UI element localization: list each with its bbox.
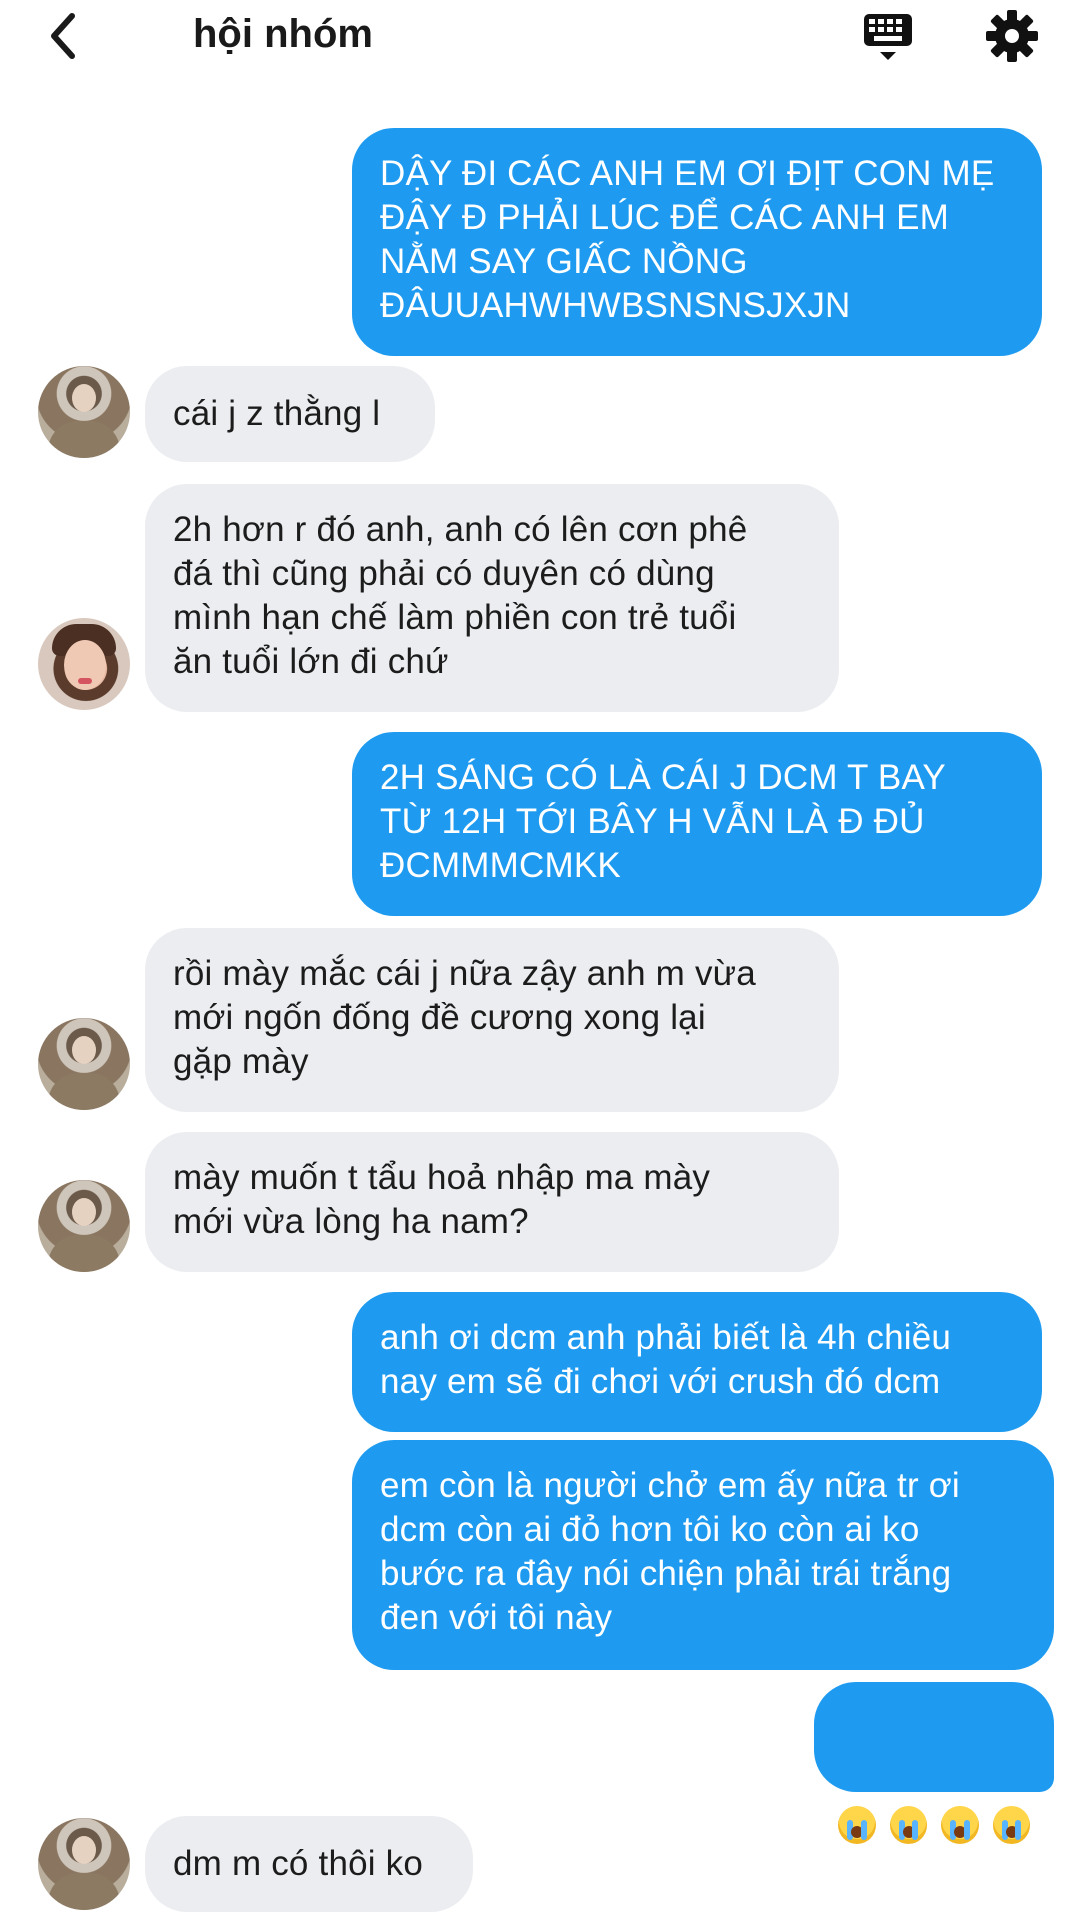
keyboard-button[interactable] [858,6,918,66]
avatar[interactable] [38,1018,130,1110]
outgoing-message[interactable]: em còn là người chở em ấy nữa tr ơi dcm … [352,1440,1054,1670]
outgoing-emoji-message[interactable] [814,1682,1054,1844]
back-button[interactable] [36,6,96,66]
outgoing-message[interactable]: anh ơi dcm anh phải biết là 4h chiều nay… [352,1292,1042,1432]
loudly-crying-face-icon [838,1806,876,1844]
avatar[interactable] [38,1818,130,1910]
outgoing-message[interactable]: DẬY ĐI CÁC ANH EM ƠI ĐỊT CON MẸ ĐẬY Đ PH… [352,128,1042,356]
chat-title: hội nhóm [193,12,373,56]
incoming-message[interactable]: rồi mày mắc cái j nữa zậy anh m vừa mới … [145,928,839,1112]
outgoing-message[interactable]: 2H SÁNG CÓ LÀ CÁI J DCM T BAY TỪ 12H TỚI… [352,732,1042,916]
settings-button[interactable] [982,6,1042,66]
avatar[interactable] [38,1180,130,1272]
avatar[interactable] [38,366,130,458]
incoming-message[interactable]: mày muốn t tẩu hoả nhập ma mày mới vừa l… [145,1132,839,1272]
chat-header: hội nhóm [0,0,1080,72]
incoming-message[interactable]: 2h hơn r đó anh, anh có lên cơn phê đá t… [145,484,839,712]
emoji-row [838,1797,1030,1853]
loudly-crying-face-icon [941,1806,979,1844]
incoming-message[interactable]: dm m có thôi ko [145,1816,473,1912]
loudly-crying-face-icon [992,1806,1030,1844]
incoming-message[interactable]: cái j z thằng l [145,366,435,462]
gear-icon [986,10,1038,62]
keyboard-icon [864,14,912,60]
loudly-crying-face-icon [889,1806,927,1844]
avatar[interactable] [38,618,130,710]
chevron-left-icon [51,13,75,59]
